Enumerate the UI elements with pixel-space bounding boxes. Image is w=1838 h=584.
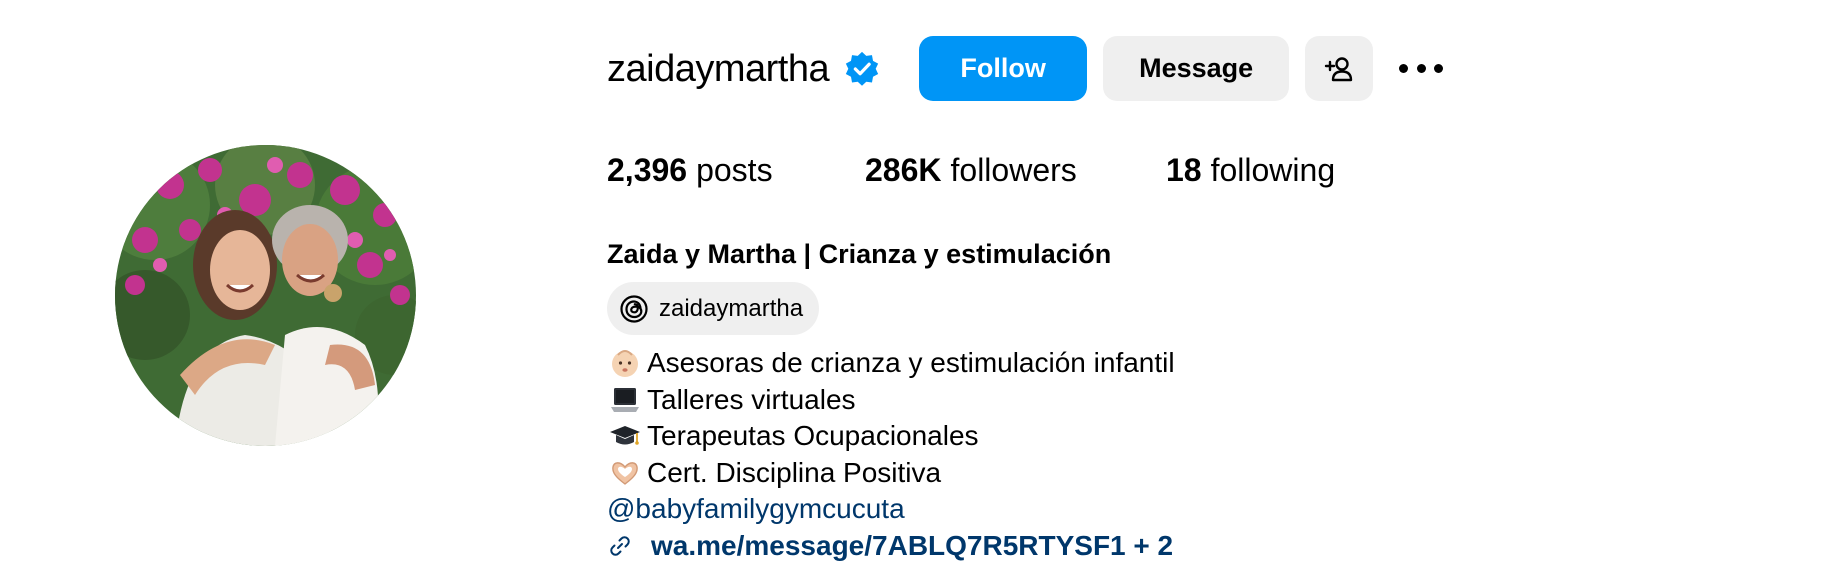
bio-text: Terapeutas Ocupacionales xyxy=(647,420,979,451)
external-link[interactable]: wa.me/message/7ABLQ7R5RTYSF1 + 2 xyxy=(607,528,1175,565)
followers-link[interactable]: 286K followers xyxy=(865,154,1166,186)
posts-count: 2,396 posts xyxy=(607,154,865,186)
mention-link[interactable]: @babyfamilygymcucuta xyxy=(607,491,905,528)
graduation-cap-emoji-icon xyxy=(607,418,643,454)
bio-text: Talleres virtuales xyxy=(647,383,856,415)
profile-page: zaidaymartha Follow Message 2,396 posts xyxy=(0,0,1838,584)
external-link-text: wa.me/message/7ABLQ7R5RTYSF1 + 2 xyxy=(651,529,1174,561)
more-options-icon[interactable] xyxy=(1399,59,1444,79)
follow-button[interactable]: Follow xyxy=(919,36,1088,101)
posts-label: posts xyxy=(696,152,773,188)
heart-hands-emoji-icon xyxy=(607,455,643,491)
username: zaidaymartha xyxy=(607,47,830,90)
add-person-icon xyxy=(1324,56,1353,81)
bio-text: Cert. Disciplina Positiva xyxy=(647,456,942,488)
following-number: 18 xyxy=(1166,152,1202,188)
bio-mention-line: @babyfamilygymcucuta xyxy=(607,491,1175,528)
bio-text: Asesoras de crianza y estimulación infan… xyxy=(647,347,1175,378)
profile-stats: 2,396 posts 286K followers 18 following xyxy=(607,154,1335,186)
following-link[interactable]: 18 following xyxy=(1166,154,1335,186)
link-icon xyxy=(610,536,630,556)
following-label: following xyxy=(1210,152,1336,188)
bio-line: Talleres virtuales xyxy=(607,382,1175,419)
message-button[interactable]: Message xyxy=(1103,36,1290,101)
profile-header: zaidaymartha Follow Message xyxy=(607,36,1444,101)
posts-number: 2,396 xyxy=(607,152,688,188)
threads-icon xyxy=(620,294,648,323)
threads-profile-link[interactable]: zaidaymartha xyxy=(607,282,820,335)
bio-line: Terapeutas Ocupacionales xyxy=(607,418,1175,455)
threads-handle: zaidaymartha xyxy=(659,294,804,322)
baby-emoji-icon xyxy=(607,345,643,381)
profile-avatar[interactable] xyxy=(115,145,416,446)
verified-badge-icon xyxy=(843,50,881,88)
bio: Asesoras de crianza y estimulación infan… xyxy=(607,345,1175,564)
bio-line: Cert. Disciplina Positiva xyxy=(607,455,1175,492)
followers-label: followers xyxy=(950,152,1077,188)
suggested-accounts-button[interactable] xyxy=(1305,36,1374,101)
followers-number: 286K xyxy=(865,152,942,188)
bio-line: Asesoras de crianza y estimulación infan… xyxy=(607,345,1175,382)
avatar-photo xyxy=(115,145,416,446)
full-name: Zaida y Martha | Crianza y estimulación xyxy=(607,239,1112,269)
laptop-emoji-icon xyxy=(607,382,643,418)
